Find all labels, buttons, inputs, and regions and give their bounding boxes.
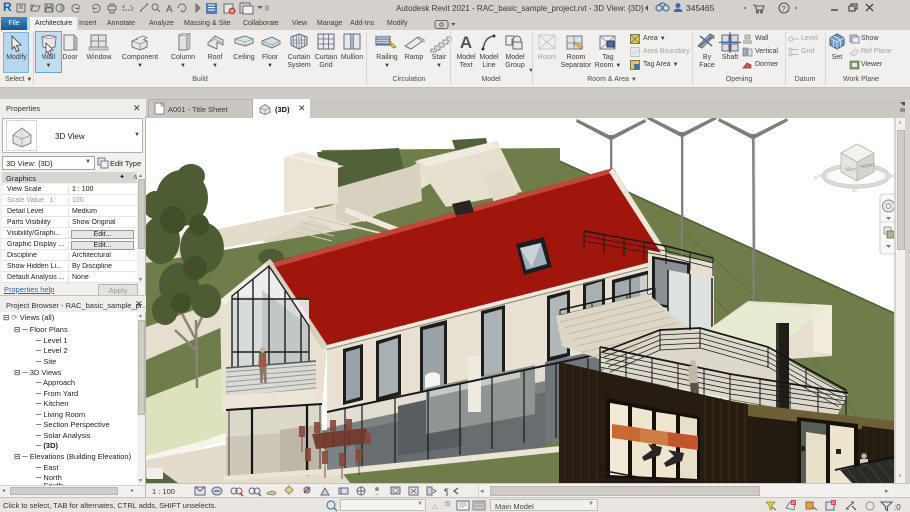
svg-text:S: S [852, 188, 855, 193]
svg-text:345465: 345465 [686, 3, 715, 13]
svg-text:W: W [814, 175, 818, 180]
svg-text:¶: ¶ [444, 487, 449, 497]
svg-text:A: A [166, 4, 173, 15]
svg-text:R: R [3, 0, 12, 14]
svg-text::0: :0 [894, 503, 901, 512]
svg-text:?: ? [782, 4, 786, 13]
svg-text:A: A [460, 33, 472, 52]
